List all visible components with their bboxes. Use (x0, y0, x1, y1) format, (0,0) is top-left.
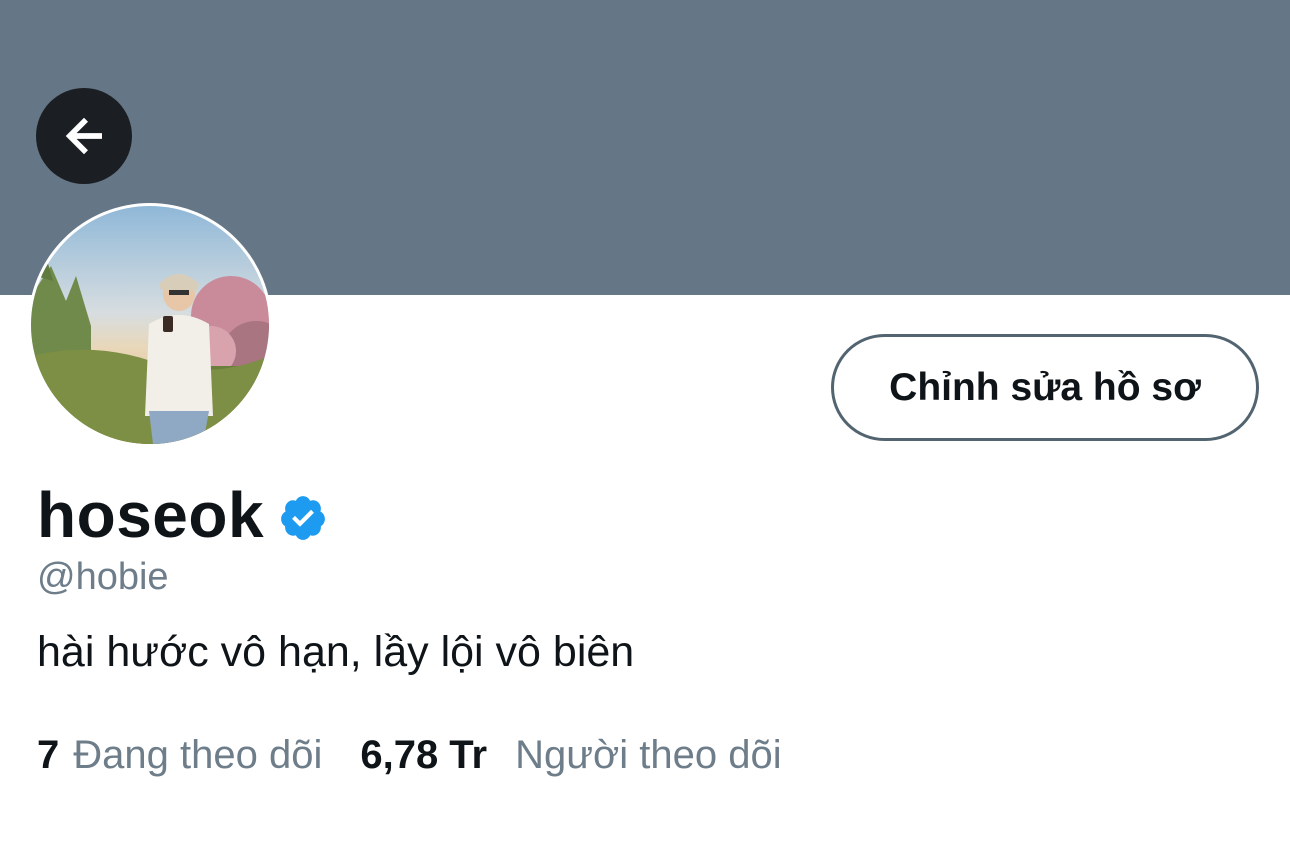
back-button[interactable] (36, 88, 132, 184)
display-name: hoseok (37, 479, 265, 551)
edit-profile-button[interactable]: Chỉnh sửa hồ sơ (831, 334, 1259, 441)
followers-link[interactable]: 6,78 Tr Người theo dõi (360, 733, 781, 778)
verified-badge-icon (281, 496, 325, 540)
arrow-left-icon (65, 117, 102, 155)
user-handle: @hobie (37, 556, 169, 598)
followers-count: 6,78 Tr (360, 733, 488, 777)
following-label: Đang theo dõi (73, 733, 323, 777)
profile-bio: hài hước vô hạn, lầy lội vô biên (37, 628, 635, 676)
avatar[interactable] (28, 203, 272, 447)
avatar-photo (31, 206, 269, 444)
followers-label: Người theo dõi (515, 733, 782, 777)
profile-stats: 7 Đang theo dõi 6,78 Tr Người theo dõi (37, 733, 782, 778)
name-row: hoseok (37, 478, 328, 552)
following-count: 7 (37, 733, 60, 777)
following-link[interactable]: 7 Đang theo dõi (37, 733, 322, 778)
